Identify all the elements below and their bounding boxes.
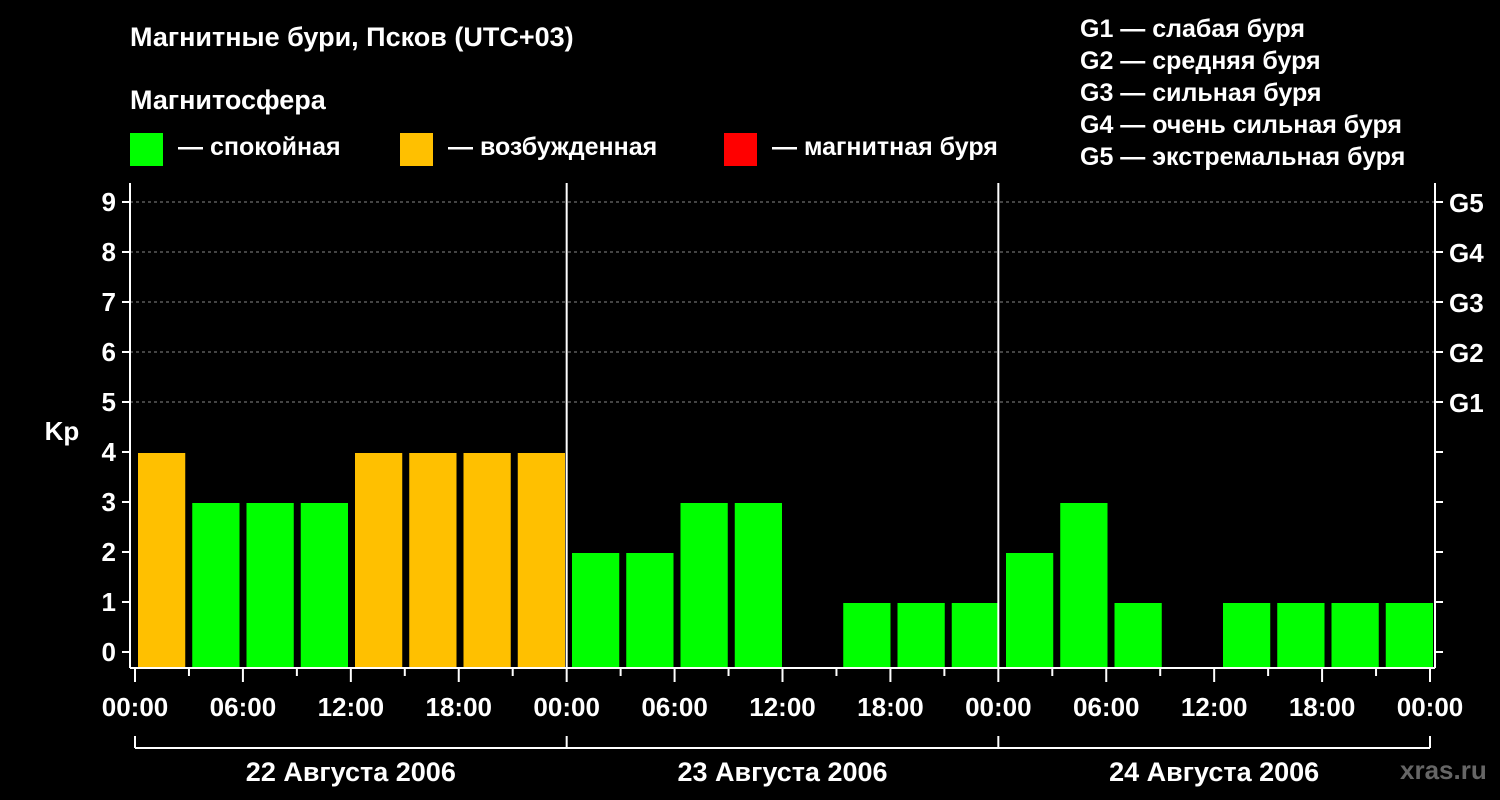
x-tick-label: 18:00 — [857, 692, 924, 722]
kp-bar — [138, 453, 186, 668]
kp-bar — [463, 453, 511, 668]
x-tick-label: 06:00 — [641, 692, 708, 722]
g-tick-label: G1 — [1449, 388, 1484, 418]
kp-bar — [734, 503, 782, 668]
kp-bar — [1385, 603, 1433, 668]
kp-bar — [626, 553, 674, 668]
x-tick-label: 00:00 — [1397, 692, 1464, 722]
kp-bar — [1060, 503, 1108, 668]
y-tick-label: 4 — [102, 437, 117, 467]
y-tick-label: 5 — [102, 387, 116, 417]
x-tick-label: 18:00 — [426, 692, 493, 722]
kp-bar — [300, 503, 348, 668]
x-tick-label: 06:00 — [210, 692, 277, 722]
y-tick-label: 0 — [102, 637, 116, 667]
kp-bar — [192, 503, 240, 668]
x-tick-label: 12:00 — [318, 692, 385, 722]
y-tick-label: 1 — [102, 587, 116, 617]
kp-bar — [1331, 603, 1379, 668]
g-tick-label: G2 — [1449, 338, 1484, 368]
y-tick-label: 2 — [102, 537, 116, 567]
x-tick-label: 00:00 — [533, 692, 600, 722]
x-tick-label: 00:00 — [965, 692, 1032, 722]
x-tick-label: 00:00 — [102, 692, 169, 722]
y-tick-label: 9 — [102, 187, 116, 217]
kp-bar — [897, 603, 945, 668]
g-tick-label: G4 — [1449, 238, 1484, 268]
x-tick-label: 12:00 — [1181, 692, 1248, 722]
kp-bar — [1277, 603, 1325, 668]
kp-bar — [246, 503, 294, 668]
kp-bar — [951, 603, 999, 668]
kp-bar — [1114, 603, 1162, 668]
kp-bar — [1006, 553, 1054, 668]
y-axis-title: Kp — [45, 416, 80, 446]
kp-bar-chart: 0 1 2 3 4 5 6 7 8 9 G1 G2 G3 G4 G5 Kp 00:00 06:00 12:00 18:… — [45, 183, 1484, 787]
kp-bar — [355, 453, 403, 668]
day-label: 24 Августа 2006 — [1109, 757, 1319, 787]
y-tick-label: 8 — [102, 237, 116, 267]
day-label: 23 Августа 2006 — [677, 757, 887, 787]
day-label: 22 Августа 2006 — [246, 757, 456, 787]
x-tick-label: 12:00 — [749, 692, 816, 722]
kp-bar — [1223, 603, 1271, 668]
x-tick-label: 06:00 — [1073, 692, 1140, 722]
kp-bar — [843, 603, 891, 668]
y-tick-label: 3 — [102, 487, 116, 517]
y-tick-label: 7 — [102, 287, 116, 317]
g-tick-label: G5 — [1449, 188, 1484, 218]
kp-bar — [409, 453, 457, 668]
kp-bar — [572, 553, 620, 668]
watermark: xras.ru — [1400, 755, 1487, 785]
kp-bar — [680, 503, 728, 668]
x-tick-label: 18:00 — [1289, 692, 1356, 722]
kp-bar — [517, 453, 565, 668]
g-tick-label: G3 — [1449, 288, 1484, 318]
y-tick-label: 6 — [102, 337, 116, 367]
